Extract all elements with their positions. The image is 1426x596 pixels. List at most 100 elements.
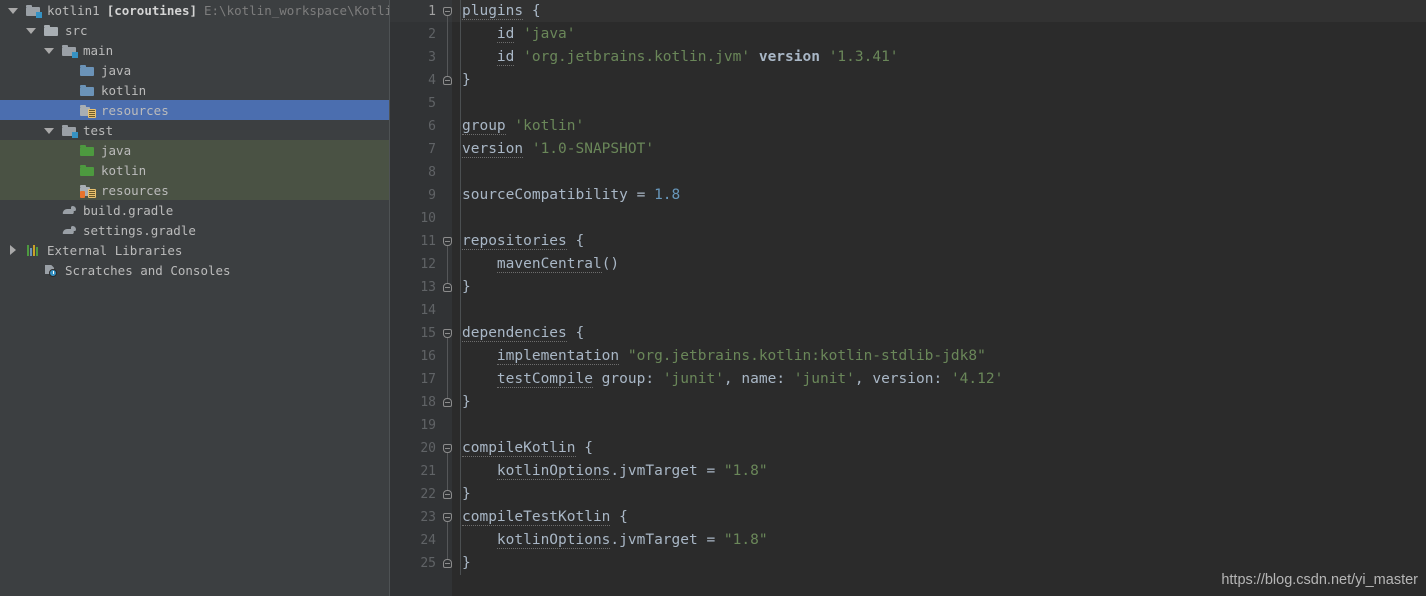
tree-item-main[interactable]: main — [0, 40, 389, 60]
tree-item-settings-gradle[interactable]: settings.gradle — [0, 220, 389, 240]
fold-collapse-icon[interactable] — [443, 237, 452, 246]
code-line[interactable]: } — [452, 391, 471, 414]
tree-item-kotlin1[interactable]: kotlin1 [coroutines] E:\kotlin_workspace\K… — [0, 0, 389, 20]
line-number: 16 — [420, 349, 436, 364]
project-folder-icon — [25, 2, 42, 18]
fold-end-icon[interactable] — [443, 283, 452, 292]
tree-item-resources[interactable]: resources — [0, 180, 389, 200]
fold-end-icon[interactable] — [443, 398, 452, 407]
tree-item-resources[interactable]: resources — [0, 100, 389, 120]
code-token: mavenCentral — [496, 256, 602, 273]
code-line[interactable]: plugins { — [452, 0, 541, 23]
code-line[interactable]: } — [452, 69, 471, 92]
chevron-down-icon[interactable] — [26, 25, 37, 36]
fold-collapse-icon[interactable] — [443, 329, 452, 338]
code-token: "1.8" — [723, 463, 768, 479]
fold-collapse-icon[interactable] — [443, 444, 452, 453]
line-number: 19 — [420, 418, 436, 433]
fold-end-icon[interactable] — [443, 76, 452, 85]
tree-item-java[interactable]: java — [0, 140, 389, 160]
code-line[interactable]: } — [452, 552, 471, 575]
tree-item-src[interactable]: src — [0, 20, 389, 40]
tree-item-build-gradle[interactable]: build.gradle — [0, 200, 389, 220]
code-line[interactable]: kotlinOptions.jvmTarget = "1.8" — [452, 460, 768, 483]
code-token: plugins — [462, 3, 524, 20]
chevron-down-icon[interactable] — [8, 5, 19, 16]
tree-item-path: E:\kotlin_workspace\KotlineTe — [204, 2, 389, 18]
line-number: 10 — [420, 211, 436, 226]
code-token: version — [462, 141, 524, 158]
code-token: { — [523, 3, 541, 19]
tree-item-label: kotlin1 — [47, 2, 100, 18]
code-line[interactable]: repositories { — [452, 230, 584, 253]
fold-end-icon[interactable] — [443, 559, 452, 568]
line-number: 20 — [420, 441, 436, 456]
tree-item-kotlin[interactable]: kotlin — [0, 80, 389, 100]
tree-item-label: build.gradle — [83, 202, 174, 218]
project-tree-panel[interactable]: kotlin1 [coroutines] E:\kotlin_workspace\K… — [0, 0, 389, 596]
tree-item-label: java — [101, 62, 132, 78]
line-number: 13 — [420, 280, 436, 295]
code-line[interactable]: testCompile group: 'junit', name: 'junit… — [452, 368, 1003, 391]
code-line[interactable]: implementation "org.jetbrains.kotlin:kot… — [452, 345, 986, 368]
code-token: "org.jetbrains.kotlin:kotlin-stdlib-jdk8… — [627, 348, 986, 364]
chevron-down-icon[interactable] — [44, 45, 55, 56]
code-line[interactable]: } — [452, 483, 471, 506]
fold-collapse-icon[interactable] — [443, 513, 452, 522]
code-line[interactable]: compileKotlin { — [452, 437, 593, 460]
code-line[interactable]: kotlinOptions.jvmTarget = "1.8" — [452, 529, 768, 552]
code-token: { — [566, 233, 585, 249]
tree-item-label: test — [83, 122, 114, 138]
ide-window: kotlin1 [coroutines] E:\kotlin_workspace\K… — [0, 0, 1426, 596]
code-token: } — [462, 486, 471, 502]
line-number: 7 — [428, 142, 436, 157]
code-editor[interactable]: 1 2 3 4 5 6 7 8 9 10 11 12 13 14 15 16 17 18 19 20 21 22 23 24 2… — [389, 0, 1426, 596]
code-line[interactable]: compileTestKotlin { — [452, 506, 628, 529]
code-token: { — [610, 509, 628, 525]
code-token: { — [566, 325, 585, 341]
tree-item-scratches-and-consoles[interactable]: Scratches and Consoles — [0, 260, 389, 280]
code-token: 'kotlin' — [514, 118, 585, 134]
code-line[interactable]: id 'org.jetbrains.kotlin.jvm' version '1… — [452, 46, 899, 69]
code-line[interactable]: mavenCentral() — [452, 253, 619, 276]
resources-folder-icon — [79, 102, 96, 118]
code-line[interactable]: dependencies { — [452, 322, 584, 345]
tree-item-external-libraries[interactable]: External Libraries — [0, 240, 389, 260]
code-token: "1.8" — [723, 532, 768, 548]
scratches-icon — [43, 262, 60, 278]
code-line[interactable]: group 'kotlin' — [452, 115, 584, 138]
code-token: = — [627, 187, 655, 203]
tree-item-label: External Libraries — [47, 242, 183, 258]
folder-icon — [43, 22, 60, 38]
fold-end-icon[interactable] — [443, 490, 452, 499]
tree-item-kotlin[interactable]: kotlin — [0, 160, 389, 180]
fold-collapse-icon[interactable] — [443, 7, 452, 16]
code-token: : — [645, 371, 655, 387]
watermark-text: https://blog.csdn.net/yi_master — [1221, 572, 1418, 588]
code-line[interactable]: sourceCompatibility = 1.8 — [452, 184, 680, 207]
tree-item-test[interactable]: test — [0, 120, 389, 140]
line-number: 14 — [420, 303, 436, 318]
line-number: 3 — [428, 50, 436, 65]
chevron-right-icon[interactable] — [8, 244, 19, 256]
tree-item-java[interactable]: java — [0, 60, 389, 80]
line-number: 2 — [428, 27, 436, 42]
code-line[interactable]: id 'java' — [452, 23, 576, 46]
line-number: 21 — [420, 464, 436, 479]
code-line[interactable]: } — [452, 276, 471, 299]
tree-item-module-tag: [coroutines] — [106, 2, 197, 18]
source-folder-icon — [79, 82, 96, 98]
code-token: repositories — [462, 233, 567, 250]
code-token: 'org.jetbrains.kotlin.jvm' — [523, 49, 751, 65]
code-line[interactable]: version '1.0-SNAPSHOT' — [452, 138, 654, 161]
chevron-down-icon[interactable] — [44, 125, 55, 136]
